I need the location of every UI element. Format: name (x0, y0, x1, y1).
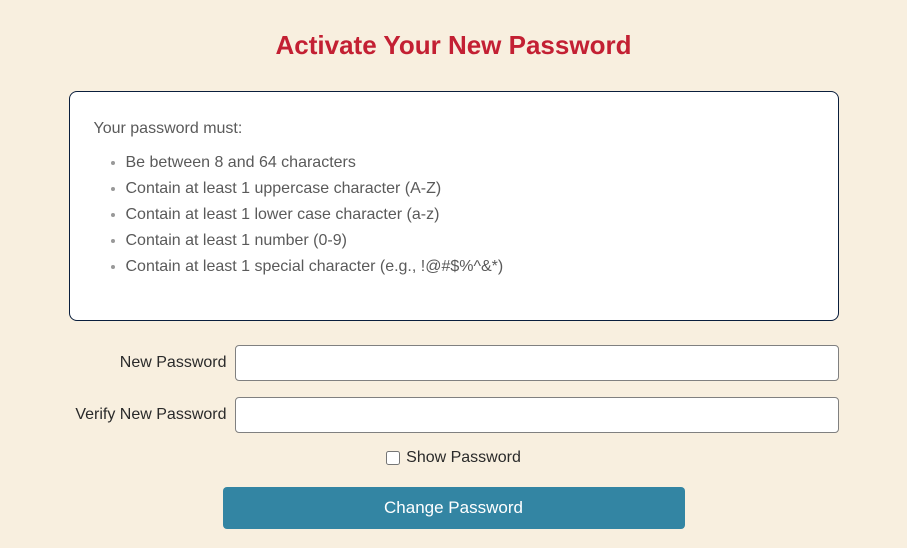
show-password-row: Show Password (69, 449, 839, 467)
requirement-item: Be between 8 and 64 characters (126, 154, 814, 172)
new-password-row: New Password (69, 345, 839, 381)
verify-password-label: Verify New Password (75, 406, 226, 424)
submit-row: Change Password (69, 487, 839, 529)
requirements-heading: Your password must: (94, 120, 814, 138)
password-requirements-box: Your password must: Be between 8 and 64 … (69, 91, 839, 321)
requirements-list: Be between 8 and 64 characters Contain a… (94, 154, 814, 276)
verify-password-input[interactable] (235, 397, 839, 433)
show-password-label: Show Password (406, 449, 521, 467)
requirement-item: Contain at least 1 uppercase character (… (126, 180, 814, 198)
verify-password-row: Verify New Password (69, 397, 839, 433)
show-password-checkbox[interactable] (386, 451, 400, 465)
requirement-item: Contain at least 1 number (0-9) (126, 232, 814, 250)
requirement-item: Contain at least 1 special character (e.… (126, 258, 814, 276)
requirement-item: Contain at least 1 lower case character … (126, 206, 814, 224)
page-title: Activate Your New Password (276, 30, 632, 61)
change-password-button[interactable]: Change Password (223, 487, 685, 529)
new-password-label: New Password (120, 354, 227, 372)
new-password-input[interactable] (235, 345, 839, 381)
